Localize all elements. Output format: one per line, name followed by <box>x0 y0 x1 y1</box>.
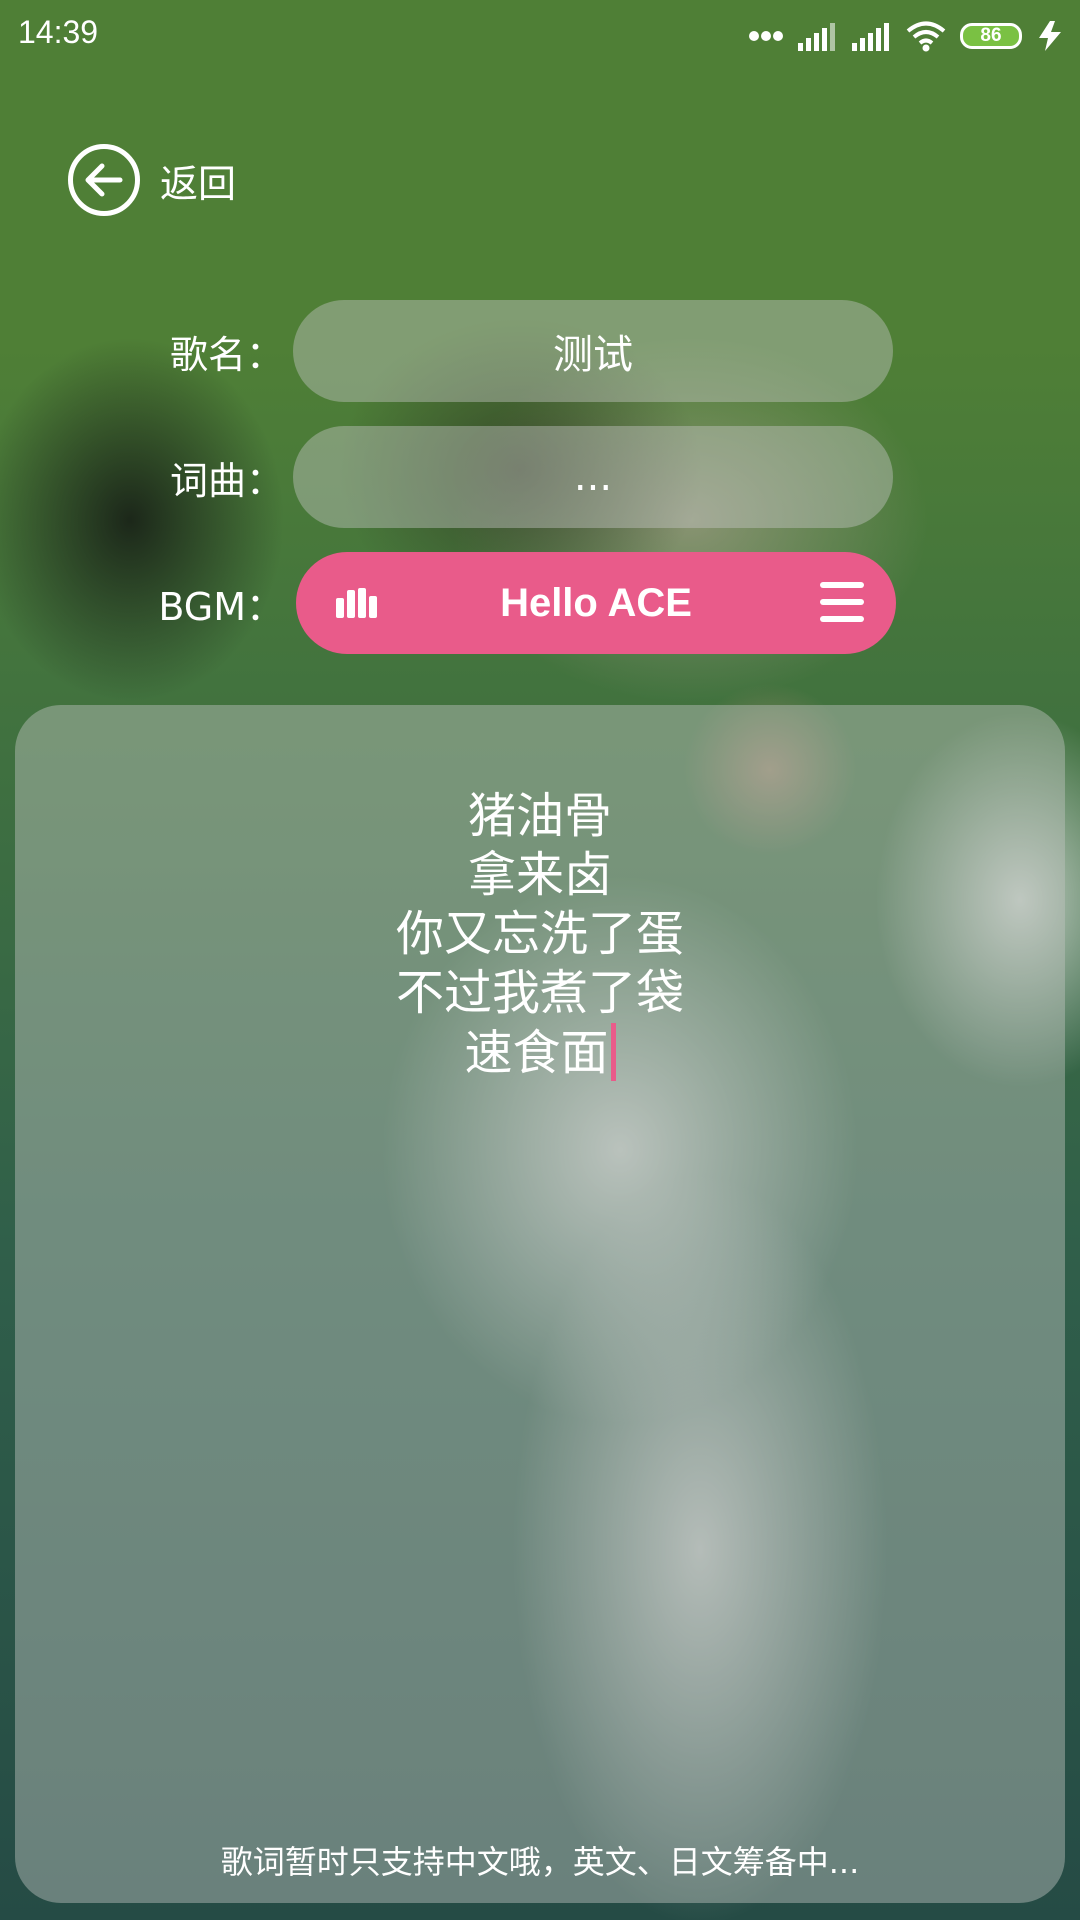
lyric-line-text: 速食面 <box>464 1025 609 1081</box>
status-bar: 14:39 86 <box>0 0 1080 70</box>
lyricist-input[interactable]: ... <box>293 426 893 528</box>
lyricist-row: 词曲： ... <box>0 426 1080 528</box>
lyric-line: 不过我煮了袋 <box>395 965 684 1021</box>
back-button[interactable]: 返回 <box>68 144 236 216</box>
wifi-icon <box>906 21 946 52</box>
lyrics-editor[interactable]: 猪油骨 拿来卤 你又忘洗了蛋 不过我煮了袋 速食面 歌词暂时只支持中文哦，英文、… <box>15 705 1065 1903</box>
battery-icon: 86 <box>960 23 1022 49</box>
text-cursor <box>610 1023 616 1081</box>
song-name-input[interactable]: 测试 <box>293 300 893 402</box>
lyric-line-last: 速食面 <box>15 1023 1065 1083</box>
signal-icon <box>852 23 889 51</box>
song-name-row: 歌名： 测试 <box>0 300 1080 402</box>
menu-icon[interactable] <box>818 580 866 624</box>
lyric-line: 拿来卤 <box>467 847 612 903</box>
bgm-title: Hello ACE <box>500 580 692 625</box>
status-icons: 86 <box>748 18 1064 54</box>
bgm-selector-button[interactable]: Hello ACE <box>296 552 896 654</box>
language-support-note: 歌词暂时只支持中文哦，英文、日文筹备中... <box>220 1843 860 1881</box>
status-time: 14:39 <box>18 14 99 50</box>
lyric-line: 你又忘洗了蛋 <box>395 906 684 962</box>
arrow-left-circle-icon <box>68 144 140 216</box>
dots-icon <box>749 31 783 41</box>
song-name-label: 歌名： <box>169 332 284 377</box>
bgm-label: BGM： <box>158 584 284 629</box>
equalizer-bars-icon <box>336 588 377 618</box>
lyricist-label: 词曲： <box>169 458 284 503</box>
signal-icon <box>798 23 835 51</box>
lyric-line: 猪油骨 <box>467 788 612 844</box>
lyrics-text[interactable]: 猪油骨 拿来卤 你又忘洗了蛋 不过我煮了袋 速食面 <box>15 787 1065 1083</box>
bgm-row: BGM： Hello ACE <box>0 552 1080 654</box>
back-label: 返回 <box>160 161 237 206</box>
charging-icon <box>1039 21 1061 51</box>
